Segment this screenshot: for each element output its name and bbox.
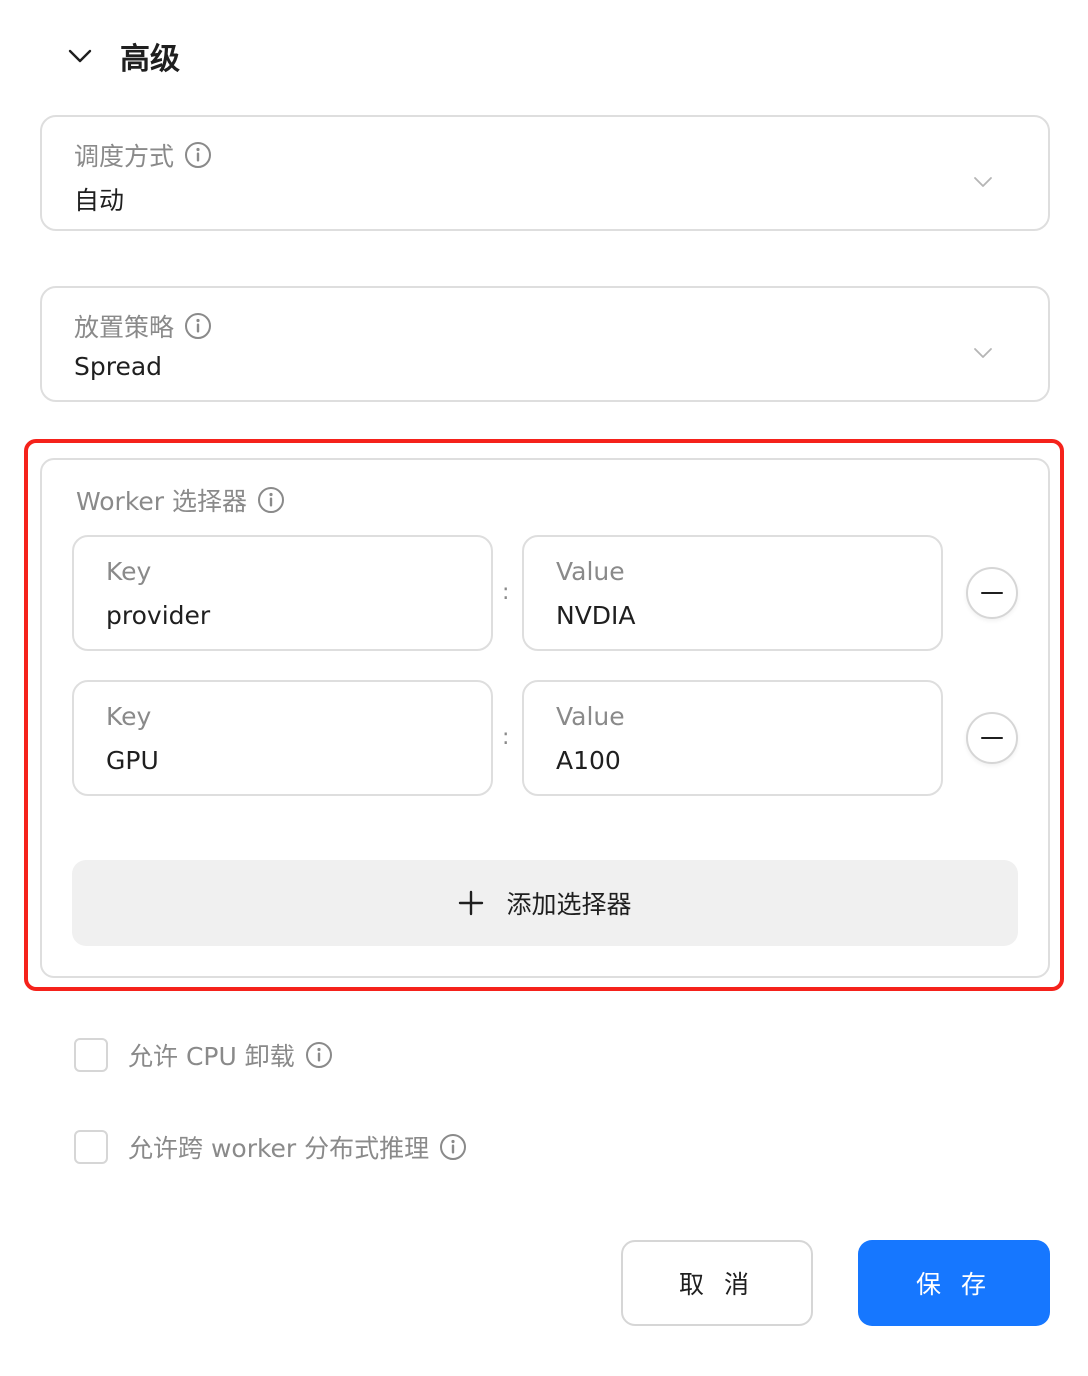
key-value-separator: : (502, 725, 510, 750)
chevron-down-icon (974, 177, 992, 187)
chevron-down-icon (68, 49, 92, 63)
value-value: A100 (556, 746, 621, 775)
info-icon[interactable] (184, 141, 212, 169)
key-label: Key (106, 702, 152, 731)
cpu-offload-option: 允许 CPU 卸载 (74, 1037, 333, 1073)
cancel-button[interactable]: 取 消 (621, 1240, 813, 1326)
minus-icon (981, 591, 1003, 595)
cpu-offload-checkbox[interactable] (74, 1038, 108, 1072)
add-selector-label: 添加选择器 (506, 890, 632, 919)
info-icon[interactable] (184, 312, 212, 340)
section-title: 高级 (120, 42, 180, 77)
chevron-down-icon (974, 348, 992, 358)
placement-select[interactable]: 放置策略 Spread (40, 286, 1050, 402)
cpu-offload-label: 允许 CPU 卸载 (128, 1042, 295, 1071)
selector-value-input[interactable]: Value NVDIA (522, 535, 943, 651)
value-label: Value (556, 702, 625, 731)
key-value: provider (106, 601, 211, 630)
worker-selector-label: Worker 选择器 (76, 487, 248, 516)
info-icon[interactable] (439, 1133, 467, 1161)
scheduling-label-wrap: 调度方式 (74, 137, 212, 173)
key-value: GPU (106, 746, 159, 775)
info-icon[interactable] (257, 486, 285, 514)
key-value-separator: : (502, 580, 510, 605)
placement-label-wrap: 放置策略 (74, 308, 212, 344)
distributed-inference-checkbox[interactable] (74, 1130, 108, 1164)
placement-label: 放置策略 (74, 313, 175, 342)
selector-key-input[interactable]: Key GPU (72, 680, 493, 796)
section-header-advanced[interactable]: 高级 (66, 34, 180, 78)
save-button[interactable]: 保 存 (858, 1240, 1050, 1326)
info-icon[interactable] (305, 1041, 333, 1069)
distributed-inference-option: 允许跨 worker 分布式推理 (74, 1129, 467, 1165)
worker-selector-label-wrap: Worker 选择器 (76, 482, 285, 518)
distributed-inference-label: 允许跨 worker 分布式推理 (128, 1134, 430, 1163)
scheduling-value: 自动 (74, 186, 125, 215)
placement-value: Spread (74, 352, 163, 381)
value-value: NVDIA (556, 601, 636, 630)
scheduling-label: 调度方式 (74, 142, 175, 171)
remove-selector-button[interactable] (966, 567, 1018, 619)
key-label: Key (106, 557, 152, 586)
value-label: Value (556, 557, 625, 586)
minus-icon (981, 736, 1003, 740)
selector-key-input[interactable]: Key provider (72, 535, 493, 651)
plus-icon (459, 890, 484, 916)
selector-value-input[interactable]: Value A100 (522, 680, 943, 796)
scheduling-select[interactable]: 调度方式 自动 (40, 115, 1050, 231)
remove-selector-button[interactable] (966, 712, 1018, 764)
add-selector-button[interactable]: 添加选择器 (72, 860, 1018, 946)
